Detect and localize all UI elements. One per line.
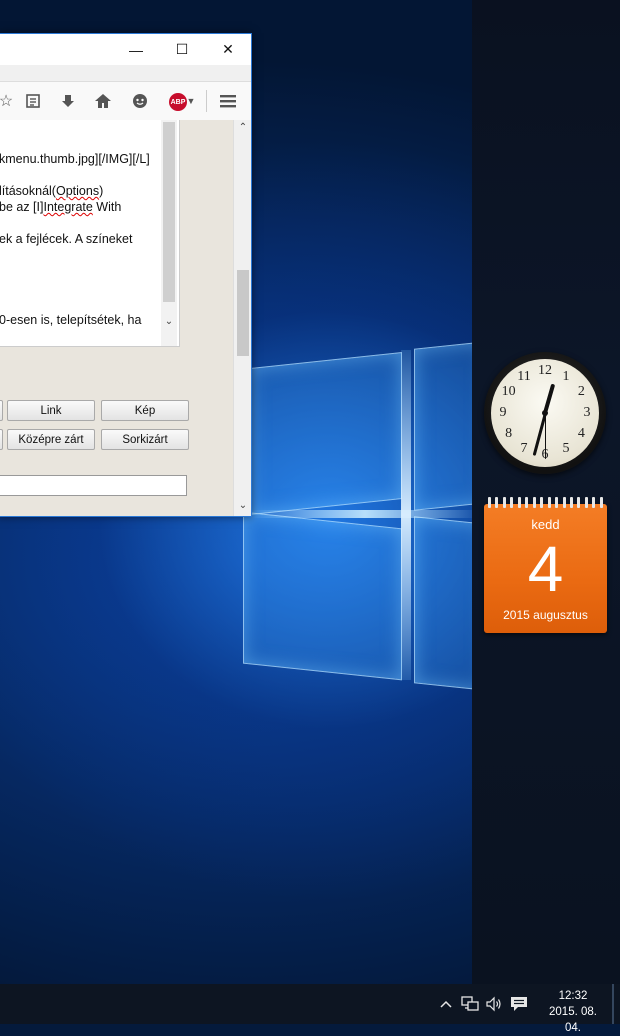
center-align-button[interactable]: Középre zárt: [7, 429, 95, 450]
taskbar: 12:32 2015. 08. 04.: [0, 984, 620, 1034]
link-button[interactable]: Link: [7, 400, 95, 421]
format-button-partial[interactable]: [0, 429, 3, 450]
editor-line: lításoknál(Options): [0, 184, 104, 198]
network-icon[interactable]: [461, 994, 479, 1014]
adblock-dropdown-icon[interactable]: ▼: [185, 91, 197, 111]
action-center-icon[interactable]: [509, 994, 529, 1014]
volume-icon[interactable]: [485, 994, 503, 1014]
taskbar-time: 12:32: [558, 990, 588, 1002]
editor-line: be az [I]Integrate With: [0, 200, 122, 214]
text-input-field[interactable]: [0, 475, 187, 496]
taskbar-date: 2015. 08. 04.: [549, 1006, 597, 1034]
reading-list-icon[interactable]: [23, 91, 43, 111]
clock-number: 2: [577, 384, 585, 399]
star-icon[interactable]: ☆: [0, 91, 16, 111]
justify-button[interactable]: Sorkizárt: [101, 429, 189, 450]
browser-toolbar: ☆ ABP ▼: [0, 81, 251, 121]
scroll-up-icon[interactable]: ⌃: [234, 122, 251, 133]
clock-number: 8: [505, 426, 513, 441]
close-button[interactable]: ✕: [205, 34, 251, 65]
calendar-gadget[interactable]: kedd 4 2015 augusztus: [484, 497, 607, 633]
clock-gadget[interactable]: 111098765432112: [484, 352, 606, 474]
clock-second-hand: [544, 413, 546, 459]
post-editor-textarea[interactable]: kmenu.thumb.jpg][/IMG][/L] lításoknál(Op…: [0, 120, 180, 347]
title-bar[interactable]: — ☐ ✕: [0, 34, 251, 65]
calendar-weekday: kedd: [531, 517, 560, 532]
editor-line: kmenu.thumb.jpg][/IMG][/L]: [0, 152, 150, 166]
format-button-partial[interactable]: [0, 400, 3, 421]
chevron-up-icon[interactable]: [438, 994, 454, 1014]
browser-window[interactable]: — ☐ ✕ ☆ ABP ▼ kmenu.thumb.jpg][/IMG][/L]…: [0, 33, 252, 517]
clock-number: 7: [520, 441, 528, 457]
editor-line: 0-esen is, telepítsétek, ha: [0, 313, 142, 327]
taskbar-clock[interactable]: 12:32 2015. 08. 04.: [540, 988, 606, 1036]
image-button[interactable]: Kép: [101, 400, 189, 421]
editor-line: ek a fejlécek. A színeket: [0, 232, 133, 246]
scroll-down-icon[interactable]: ⌄: [234, 500, 251, 511]
clock-face: 111098765432112: [491, 359, 599, 467]
editor-scroll-down-icon[interactable]: ⌄: [161, 316, 177, 327]
editor-scrollbar[interactable]: ⌄: [161, 120, 177, 346]
home-icon[interactable]: [93, 91, 113, 111]
clock-number: 4: [577, 426, 585, 441]
clock-number: 12: [538, 363, 552, 378]
clock-number: 11: [517, 368, 531, 384]
calendar-month-year: 2015 augusztus: [503, 608, 588, 622]
clock-number: 5: [562, 441, 570, 457]
clock-number: 10: [501, 384, 516, 399]
clock-number: 9: [499, 405, 507, 420]
page-scroll-thumb[interactable]: [237, 270, 249, 356]
page-scrollbar[interactable]: ⌃ ⌄: [233, 120, 251, 516]
logo-pane-bottom-left: [243, 511, 402, 681]
light-beam-horizontal: [250, 510, 480, 518]
logo-pane-top-left: [250, 352, 402, 515]
gadget-sidebar: [472, 0, 620, 984]
show-desktop-button[interactable]: [612, 984, 614, 1024]
light-beam-vertical: [401, 350, 411, 680]
minimize-button[interactable]: —: [113, 34, 159, 65]
clock-center-pin: [542, 410, 548, 416]
maximize-button[interactable]: ☐: [159, 34, 205, 65]
download-icon[interactable]: [58, 91, 78, 111]
calendar-day-number: 4: [527, 533, 564, 605]
clock-number: 1: [562, 368, 570, 384]
calendar-rings: [488, 497, 603, 511]
clock-number: 3: [583, 405, 591, 420]
editor-scroll-thumb[interactable]: [163, 122, 175, 302]
menu-icon[interactable]: [218, 91, 238, 111]
page-content: kmenu.thumb.jpg][/IMG][/L] lításoknál(Op…: [0, 120, 233, 516]
toolbar-separator: [206, 90, 207, 112]
chat-icon[interactable]: [130, 91, 150, 111]
